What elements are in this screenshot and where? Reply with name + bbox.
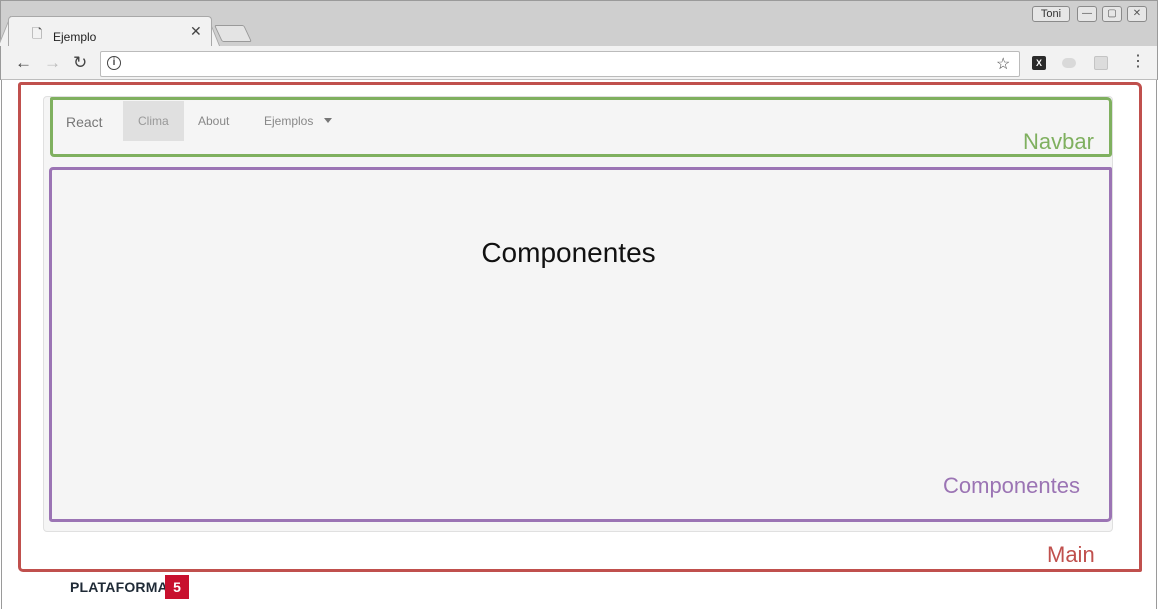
main-annotation-label: Main	[1047, 542, 1095, 567]
logo-number: 5	[165, 575, 189, 599]
tab-close-icon[interactable]: ✕	[190, 23, 202, 40]
minimize-icon[interactable]: —	[1077, 6, 1097, 22]
address-bar[interactable]	[100, 51, 1020, 77]
tab-title[interactable]: Ejemplo	[53, 30, 96, 44]
info-icon[interactable]: i	[107, 56, 121, 70]
pill-extension-icon[interactable]	[1062, 58, 1076, 68]
grid-extension-icon[interactable]	[1094, 56, 1108, 70]
reload-icon[interactable]: ↻	[73, 53, 87, 73]
bookmark-star-icon[interactable]: ☆	[996, 54, 1010, 74]
components-annotation-box	[49, 167, 1112, 522]
navbar-annotation-label: Navbar	[1023, 129, 1094, 154]
components-annotation-label: Componentes	[943, 473, 1080, 498]
close-window-icon[interactable]: ✕	[1127, 6, 1147, 22]
x-extension-icon[interactable]: X	[1032, 56, 1046, 70]
logo-text: PLATAFORMA	[70, 579, 168, 595]
browser-menu-icon[interactable]: ⋮	[1130, 54, 1146, 70]
forward-icon[interactable]: →	[44, 53, 61, 73]
profile-button[interactable]: Toni	[1032, 6, 1070, 22]
page-icon: 🗋	[32, 26, 43, 41]
navbar-annotation-box	[50, 97, 1112, 157]
back-icon[interactable]: ←	[15, 53, 32, 73]
maximize-icon[interactable]: ▢	[1102, 6, 1122, 22]
